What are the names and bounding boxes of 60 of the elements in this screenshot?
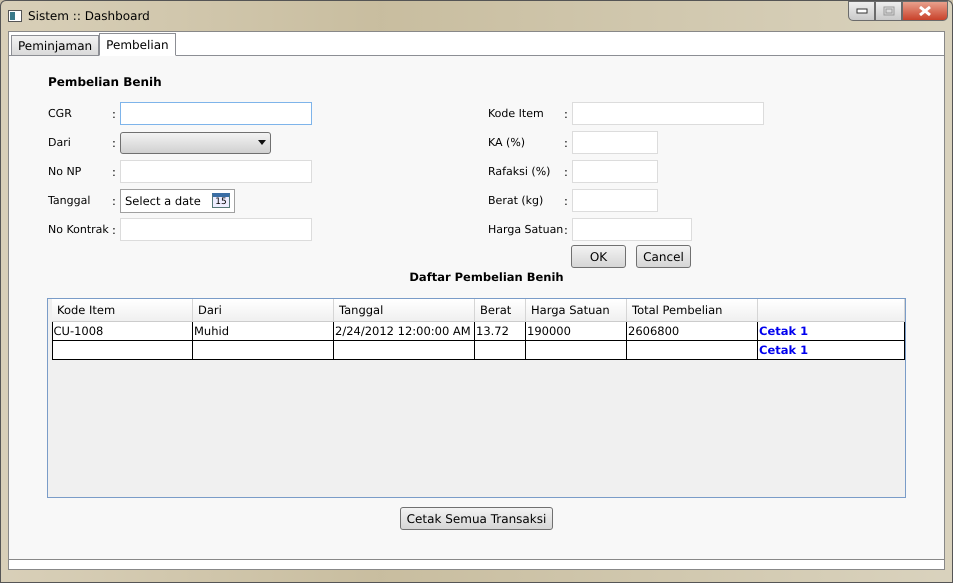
field-label: CGR <box>48 107 73 120</box>
input-field[interactable] <box>572 160 658 183</box>
label-colon: : <box>112 136 117 150</box>
close-icon <box>918 6 932 16</box>
field-label: Tanggal <box>48 194 92 207</box>
table-cell: 190000 <box>526 322 626 340</box>
field-label: No Kontrak <box>48 223 110 236</box>
field-label: Harga Satuan <box>488 223 564 236</box>
input-field[interactable] <box>572 131 658 154</box>
maximize-icon <box>882 6 894 16</box>
window-title: Sistem :: Dashboard <box>28 9 150 23</box>
column-header[interactable]: Berat <box>474 299 526 322</box>
label-colon: : <box>564 106 569 120</box>
column-header[interactable]: Harga Satuan <box>526 299 626 322</box>
input-field[interactable] <box>120 102 312 125</box>
form-button[interactable]: OK <box>571 245 626 268</box>
input-field[interactable] <box>572 218 692 241</box>
date-placeholder: Select a date <box>125 194 201 208</box>
column-header[interactable]: Total Pembelian <box>626 299 758 322</box>
table-cell: 13.72 <box>474 322 526 340</box>
column-header[interactable]: Kode Item <box>52 299 192 322</box>
table-title: Daftar Pembelian Benih <box>408 270 565 286</box>
maximize-button[interactable] <box>875 1 902 21</box>
field-label: Berat (kg) <box>488 194 544 207</box>
form-heading: Pembelian Benih <box>48 75 163 91</box>
label-colon: : <box>112 106 117 120</box>
input-field[interactable] <box>572 189 658 212</box>
caret-icon <box>258 140 266 145</box>
calendar-icon[interactable]: 15 <box>212 193 230 208</box>
minimize-icon <box>856 8 868 14</box>
label-colon: : <box>112 164 117 178</box>
column-header[interactable]: Dari <box>192 299 334 322</box>
tab[interactable]: Pembelian <box>99 33 176 56</box>
label-colon: : <box>564 222 569 236</box>
field-label: No NP <box>48 165 82 178</box>
dropdown[interactable] <box>120 132 271 154</box>
print-all-button[interactable]: Cetak Semua Transaksi <box>400 507 554 530</box>
field-label: Kode Item <box>488 107 545 120</box>
label-colon: : <box>564 164 569 178</box>
table-cell: 2606800 <box>626 322 758 340</box>
label-colon: : <box>564 194 569 208</box>
close-button[interactable] <box>902 1 948 21</box>
minimize-button[interactable] <box>848 1 875 21</box>
form-button[interactable]: Cancel <box>636 245 691 268</box>
window-icon <box>8 10 22 22</box>
input-field[interactable] <box>120 160 312 183</box>
date-picker[interactable]: Select a date 15 <box>120 188 235 212</box>
label-colon: : <box>564 136 569 150</box>
tab[interactable]: Peminjaman <box>11 35 100 55</box>
table-cell: Muhid <box>192 322 334 340</box>
input-field[interactable] <box>572 102 764 125</box>
column-header[interactable]: Tanggal <box>334 299 474 322</box>
field-label: Rafaksi (%) <box>488 165 552 178</box>
label-colon: : <box>112 194 117 208</box>
label-colon: : <box>112 222 117 236</box>
field-label: Dari <box>48 136 72 149</box>
table-cell: CU-1008 <box>52 322 192 340</box>
table-cell: 2/24/2012 12:00:00 AM <box>334 322 474 340</box>
input-field[interactable] <box>120 218 312 241</box>
field-label: KA (%) <box>488 136 526 149</box>
